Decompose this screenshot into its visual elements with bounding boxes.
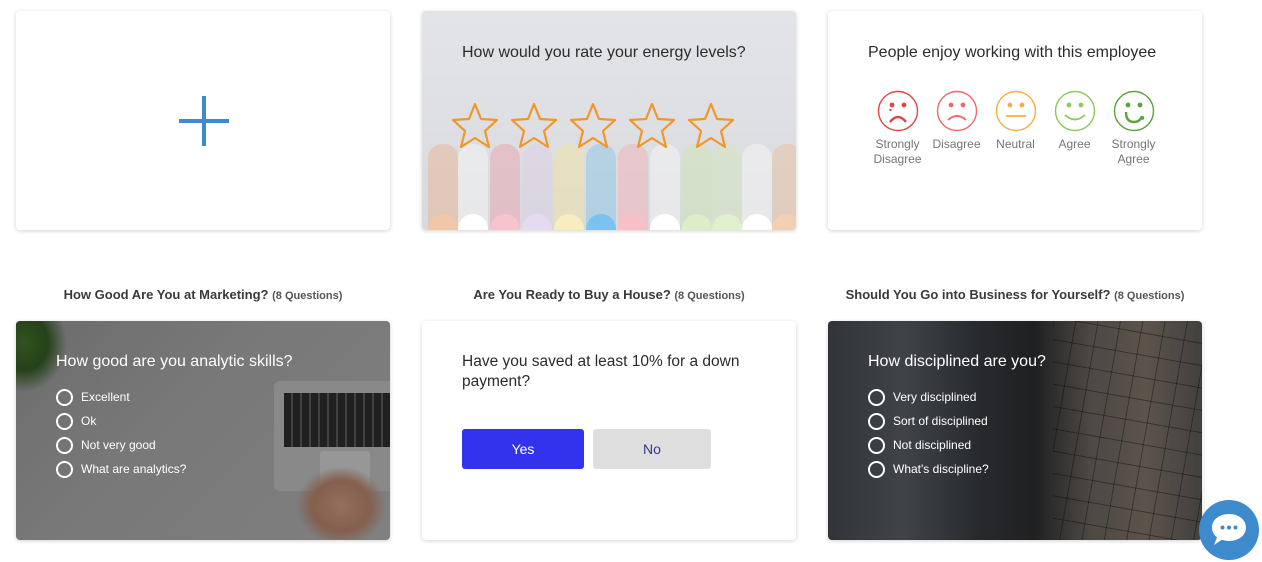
quiz-title-business[interactable]: Should You Go into Business for Yourself… xyxy=(828,287,1202,302)
smiley-scale: Strongly Disagree Disagree Neutral Agree… xyxy=(868,90,1163,167)
no-button[interactable]: No xyxy=(593,429,711,469)
question-count: (8 Questions) xyxy=(1114,290,1185,302)
sad-face-icon xyxy=(936,90,977,132)
smiley-label-line: Strongly xyxy=(1111,137,1156,151)
business-quiz-card[interactable]: How disciplined are you? Very discipline… xyxy=(828,321,1202,540)
rating-question: How would you rate your energy levels? xyxy=(462,44,746,61)
smiley-label-line: Strongly xyxy=(875,137,920,151)
smiley-rating-card[interactable]: People enjoy working with this employee … xyxy=(828,11,1202,230)
radio-option[interactable]: Sort of disciplined xyxy=(868,409,989,433)
smiley-option-strongly-agree[interactable]: Strongly Agree xyxy=(1104,90,1163,167)
chat-button[interactable] xyxy=(1199,500,1259,560)
radio-option[interactable]: Not disciplined xyxy=(868,433,989,457)
radio-option[interactable]: What are analytics? xyxy=(56,457,186,481)
star-icon[interactable] xyxy=(686,101,736,151)
radio-button[interactable] xyxy=(56,436,73,454)
add-new-card[interactable] xyxy=(16,11,390,230)
star-icon[interactable] xyxy=(627,101,677,151)
star-icon[interactable] xyxy=(450,101,500,151)
quiz-question: How good are you analytic skills? xyxy=(56,353,293,370)
house-quiz-card[interactable]: Have you saved at least 10% for a down p… xyxy=(422,321,796,540)
very-happy-face-icon xyxy=(1113,90,1154,132)
smiley-option-strongly-disagree[interactable]: Strongly Disagree xyxy=(868,90,927,167)
chat-bubble-icon xyxy=(1212,514,1246,545)
smiley-option-agree[interactable]: Agree xyxy=(1045,90,1104,167)
question-count: (8 Questions) xyxy=(272,290,343,302)
answer-options: Very disciplined Sort of disciplined Not… xyxy=(868,385,989,481)
radio-option[interactable]: Not very good xyxy=(56,433,186,457)
radio-button[interactable] xyxy=(868,460,885,478)
neutral-face-icon xyxy=(995,90,1036,132)
smiley-label-line: Disagree xyxy=(932,137,981,151)
radio-option[interactable]: Very disciplined xyxy=(868,385,989,409)
radio-option[interactable]: Ok xyxy=(56,409,186,433)
star-icon[interactable] xyxy=(568,101,618,151)
radio-option[interactable]: Excellent xyxy=(56,385,186,409)
smiley-label-line: Agree xyxy=(1117,152,1150,166)
radio-option[interactable]: What's discipline? xyxy=(868,457,989,481)
quiz-title-house[interactable]: Are You Ready to Buy a House? (8 Questio… xyxy=(422,287,796,302)
very-sad-face-icon xyxy=(877,90,918,132)
yes-button[interactable]: Yes xyxy=(462,429,584,469)
smiley-label-line: Agree xyxy=(1058,137,1091,151)
radio-button[interactable] xyxy=(56,412,73,430)
template-gallery: How would you rate your energy levels? P… xyxy=(0,0,1262,562)
star-icon[interactable] xyxy=(509,101,559,151)
quiz-question: How disciplined are you? xyxy=(868,353,1046,370)
plus-icon xyxy=(179,96,229,146)
radio-button[interactable] xyxy=(868,436,885,454)
smiley-label-line: Neutral xyxy=(996,137,1035,151)
star-rating xyxy=(450,101,736,151)
star-rating-card[interactable]: How would you rate your energy levels? xyxy=(422,11,796,230)
answer-options: Excellent Ok Not very good What are anal… xyxy=(56,385,186,481)
quiz-question: Have you saved at least 10% for a down p… xyxy=(462,353,740,390)
smiley-label-line: Disagree xyxy=(873,152,922,166)
radio-button[interactable] xyxy=(56,460,73,478)
radio-button[interactable] xyxy=(868,412,885,430)
question-count: (8 Questions) xyxy=(674,290,745,302)
quiz-title-marketing[interactable]: How Good Are You at Marketing? (8 Questi… xyxy=(16,287,390,302)
radio-button[interactable] xyxy=(56,388,73,406)
smiley-question: People enjoy working with this employee xyxy=(868,44,1157,61)
smiley-option-disagree[interactable]: Disagree xyxy=(927,90,986,167)
marketing-quiz-card[interactable]: How good are you analytic skills? Excell… xyxy=(16,321,390,540)
happy-face-icon xyxy=(1054,90,1095,132)
smiley-option-neutral[interactable]: Neutral xyxy=(986,90,1045,167)
radio-button[interactable] xyxy=(868,388,885,406)
